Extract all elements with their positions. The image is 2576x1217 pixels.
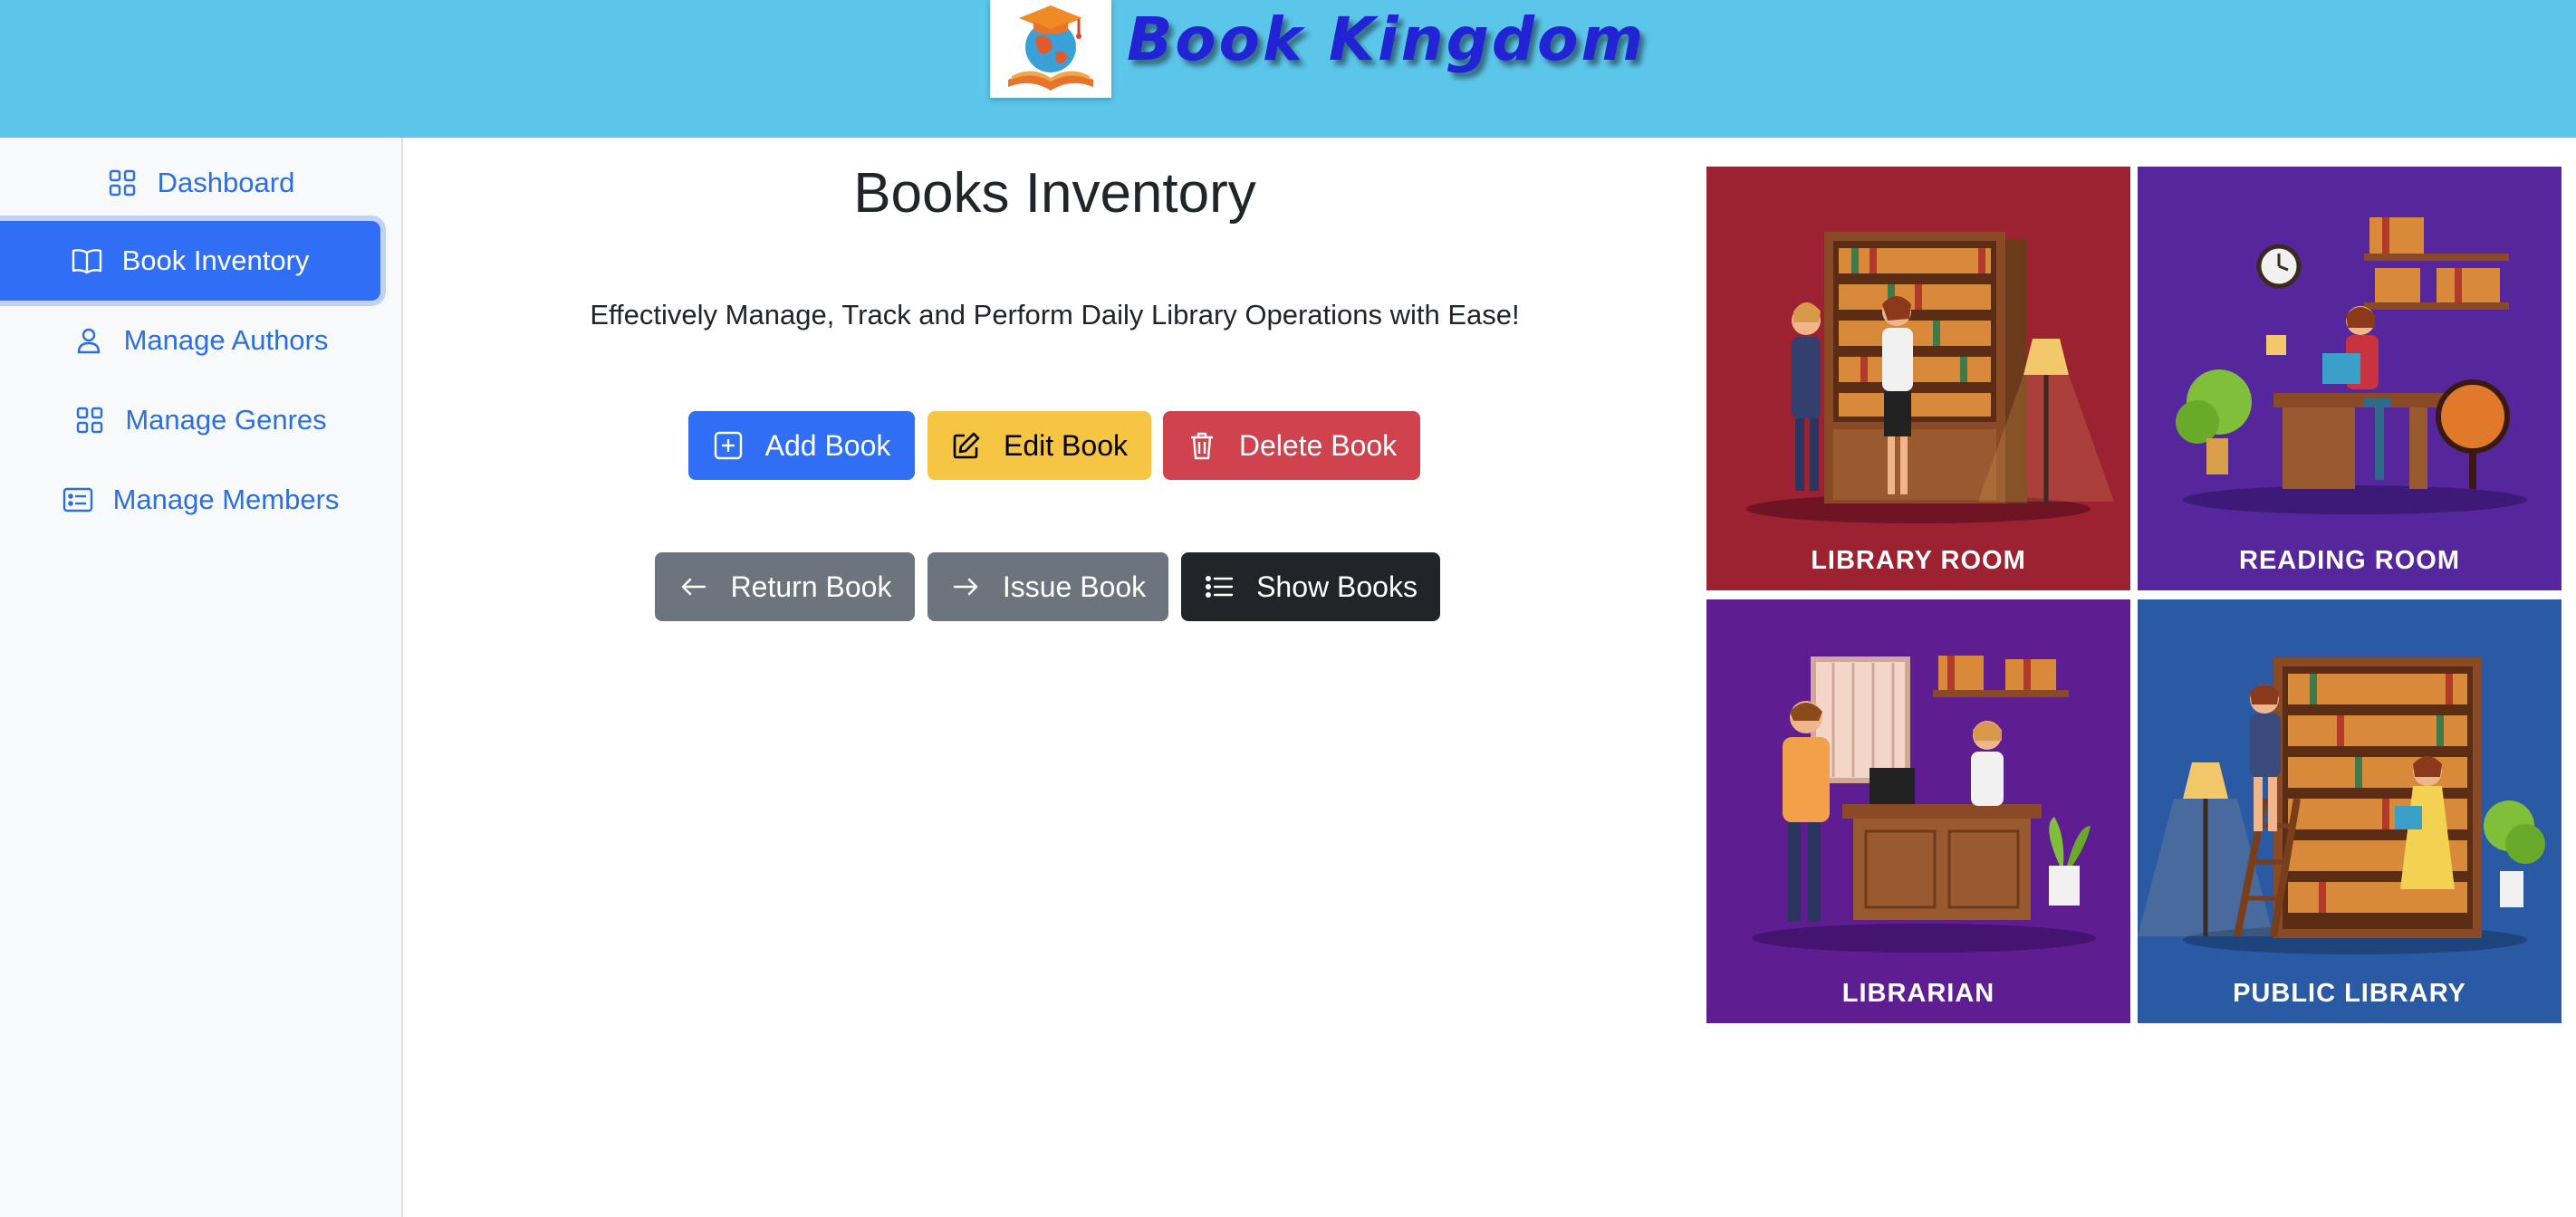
plus-square-icon — [713, 430, 744, 461]
issue-book-label: Issue Book — [1002, 570, 1147, 603]
edit-book-button[interactable]: Edit Book — [928, 411, 1151, 480]
issue-book-button[interactable]: Issue Book — [928, 552, 1168, 621]
delete-book-button[interactable]: Delete Book — [1163, 411, 1420, 480]
sidebar-item-dashboard[interactable]: Dashboard — [0, 143, 401, 223]
tile-label-reading-room: READING ROOM — [2239, 546, 2460, 575]
sidebar-item-label: Manage Authors — [123, 324, 329, 356]
return-book-button[interactable]: Return Book — [655, 552, 915, 621]
public-library-illustration — [2138, 657, 2545, 954]
tile-library-room[interactable]: LIBRARY ROOM — [1706, 167, 2130, 590]
page-title: Books Inventory — [853, 162, 1256, 225]
sidebar-item-manage-genres[interactable]: Manage Genres — [0, 380, 401, 460]
library-room-illustration — [1746, 232, 2114, 523]
reading-room-illustration — [2176, 217, 2527, 514]
delete-book-label: Delete Book — [1238, 428, 1398, 462]
sidebar-item-manage-members[interactable]: Manage Members — [0, 460, 401, 540]
sidebar: Dashboard Book Inventory Manage Authors … — [0, 138, 403, 1217]
return-book-label: Return Book — [730, 570, 892, 603]
tile-label-librarian: LIBRARIAN — [1841, 979, 1995, 1008]
tile-public-library[interactable]: PUBLIC LIBRARY — [2138, 599, 2562, 1023]
add-book-label: Add Book — [764, 428, 891, 462]
pencil-square-icon — [951, 430, 982, 461]
person-icon — [73, 325, 104, 356]
show-books-label: Show Books — [1256, 570, 1418, 603]
top-header: Book Kingdom — [0, 0, 2576, 138]
sidebar-item-label: Manage Genres — [125, 404, 327, 436]
librarian-illustration — [1752, 656, 2096, 953]
open-book-icon — [72, 245, 102, 276]
tile-label-library-room: LIBRARY ROOM — [1811, 546, 2026, 575]
tile-librarian[interactable]: LIBRARIAN — [1706, 599, 2130, 1023]
tile-reading-room[interactable]: READING ROOM — [2138, 167, 2562, 590]
edit-book-label: Edit Book — [1004, 428, 1128, 462]
grid-icon — [74, 405, 105, 436]
list-icon — [1204, 571, 1235, 602]
card-list-icon — [62, 484, 93, 515]
trash-icon — [1187, 430, 1217, 461]
show-books-button[interactable]: Show Books — [1181, 552, 1440, 621]
graduation-cap-globe-book-logo — [1008, 5, 1093, 91]
tile-label-public-library: PUBLIC LIBRARY — [2233, 979, 2466, 1008]
logo[interactable] — [990, 0, 1111, 98]
sidebar-item-manage-authors[interactable]: Manage Authors — [0, 301, 401, 380]
sidebar-item-book-inventory[interactable]: Book Inventory — [0, 221, 380, 301]
grid-icon — [107, 168, 138, 198]
brand-title[interactable]: Book Kingdom — [1127, 0, 1646, 80]
arrow-right-icon — [950, 571, 981, 602]
page-subtitle: Effectively Manage, Track and Perform Da… — [590, 299, 1520, 331]
sidebar-item-label: Book Inventory — [121, 244, 310, 276]
sidebar-item-label: Manage Members — [112, 484, 340, 515]
sidebar-item-label: Dashboard — [157, 167, 295, 198]
arrow-left-icon — [678, 571, 709, 602]
add-book-button[interactable]: Add Book — [688, 411, 915, 480]
